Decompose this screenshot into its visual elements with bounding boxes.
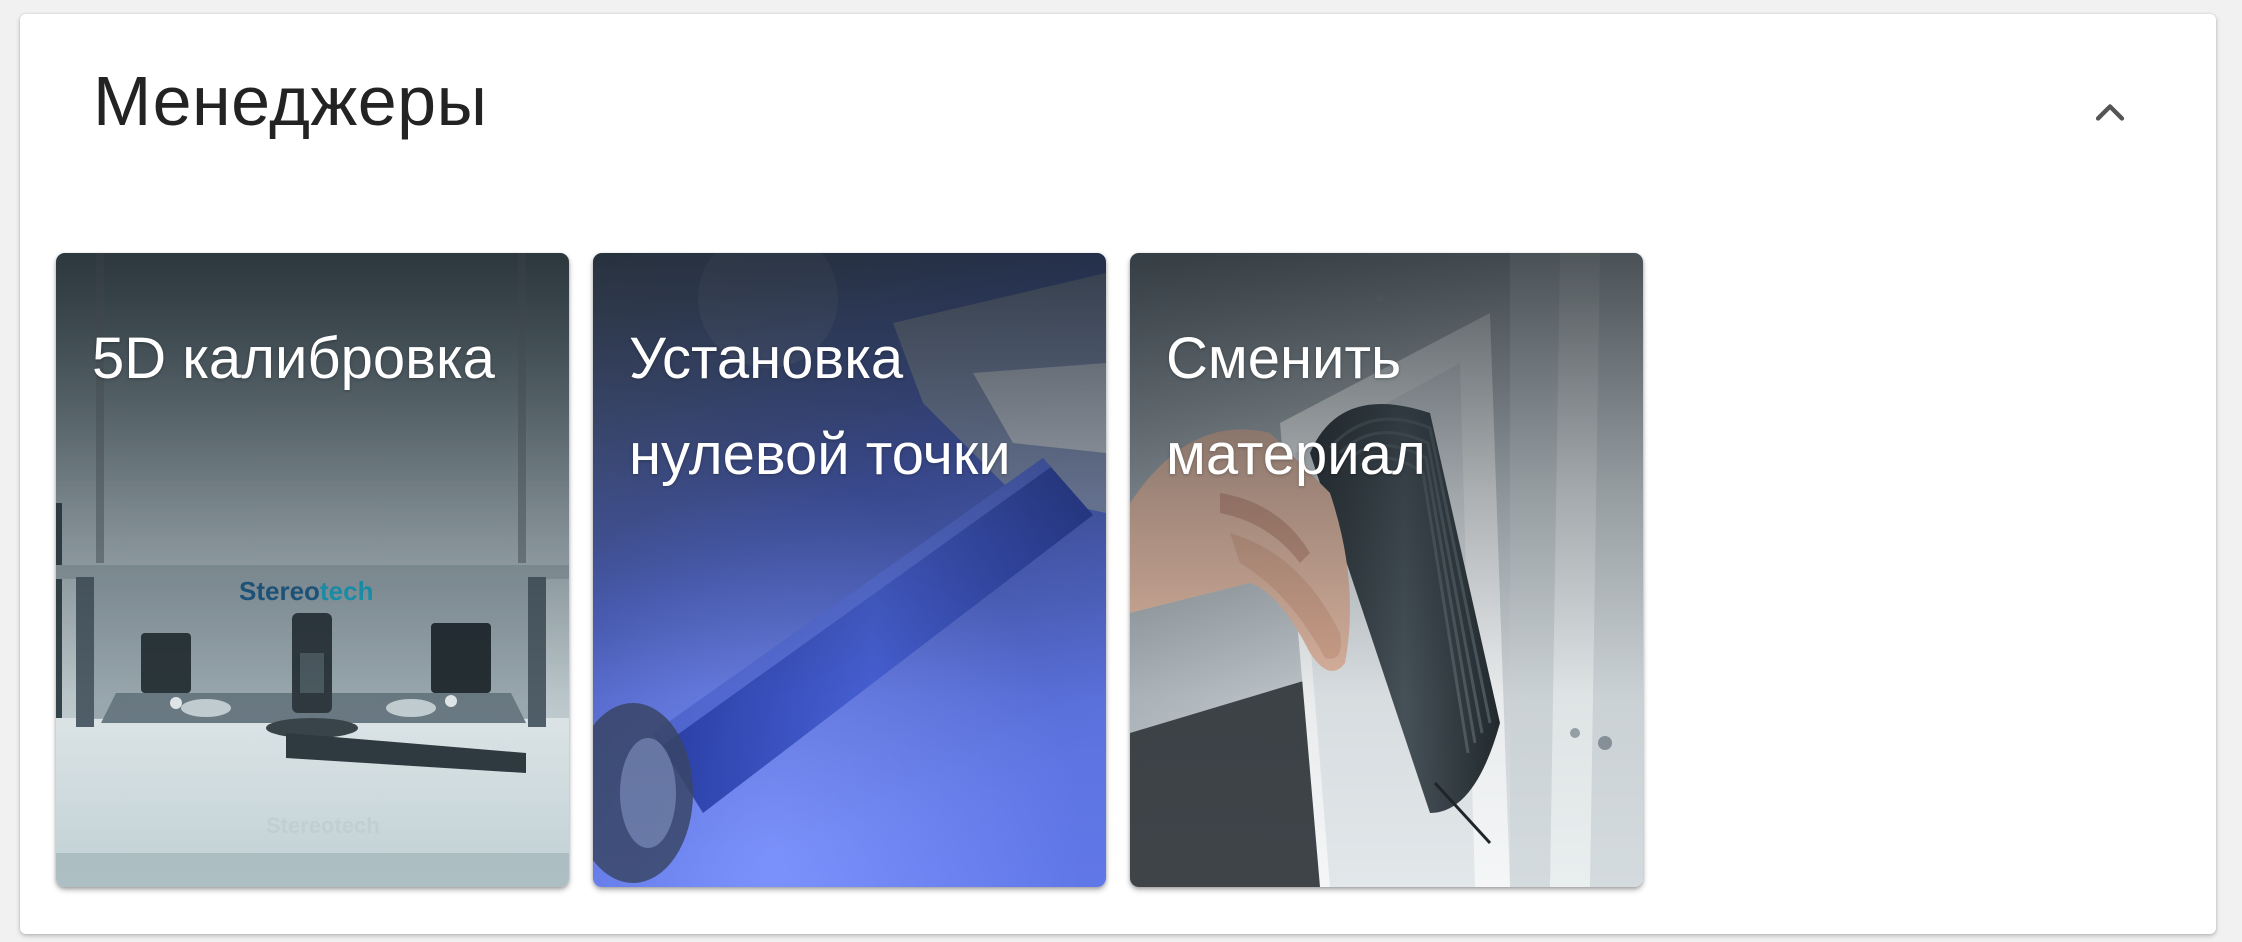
card-5d-calibration[interactable]: Stereo tech Stereotech 5D калибровка	[56, 253, 569, 887]
chevron-up-icon	[2095, 104, 2125, 121]
card-title: Установка нулевой точки	[629, 326, 1011, 487]
card-change-material[interactable]: Сменить материал	[1130, 253, 1643, 887]
card-title: 5D калибровка	[92, 326, 495, 391]
collapse-button[interactable]	[2080, 82, 2140, 142]
card-zero-point-setup[interactable]: Установка нулевой точки	[593, 253, 1106, 887]
card-title: Сменить материал	[1166, 326, 1426, 487]
panel-title: Менеджеры	[93, 62, 488, 140]
managers-panel: Менеджеры 5D калибровка Установка нулево…	[20, 14, 2216, 934]
